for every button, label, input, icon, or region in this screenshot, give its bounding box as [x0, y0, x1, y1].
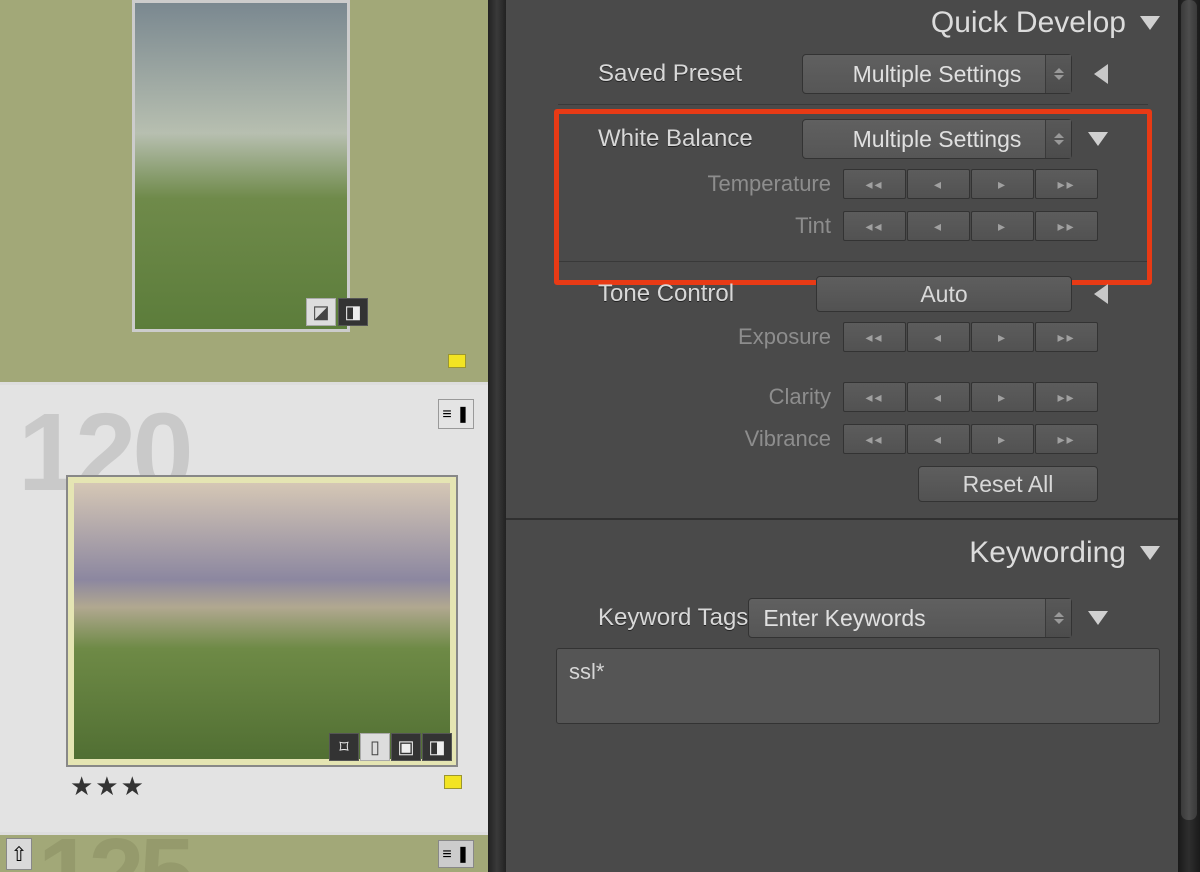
dropdown-value: Multiple Settings: [853, 126, 1022, 153]
step-increase[interactable]: ▸: [971, 424, 1034, 454]
quick-develop-header[interactable]: Quick Develop: [506, 0, 1200, 54]
stack-menu-icon[interactable]: ≡ ❚: [438, 840, 474, 868]
filmstrip-cell-next: ⇧ 125 ≡ ❚: [0, 832, 488, 872]
exposure-stepper: ◂◂ ◂ ▸ ▸▸: [843, 322, 1098, 352]
step-big-decrease[interactable]: ◂◂: [843, 211, 906, 241]
panel-title-label: Quick Develop: [931, 6, 1126, 40]
chevron-down-icon: [1140, 546, 1160, 560]
chevron-left-icon[interactable]: [1088, 284, 1108, 304]
step-increase[interactable]: ▸: [971, 322, 1034, 352]
right-panels: Quick Develop Saved Preset Multiple Sett…: [506, 0, 1200, 872]
clarity-stepper: ◂◂ ◂ ▸ ▸▸: [843, 382, 1098, 412]
step-decrease[interactable]: ◂: [907, 211, 970, 241]
chevron-down-icon[interactable]: [1088, 611, 1108, 625]
step-decrease[interactable]: ◂: [907, 169, 970, 199]
crop-icon[interactable]: ▣: [391, 733, 421, 761]
star-rating[interactable]: ★★★: [70, 771, 146, 802]
dropdown-value: Enter Keywords: [763, 605, 925, 632]
tint-stepper: ◂◂ ◂ ▸ ▸▸: [843, 211, 1098, 241]
step-big-increase[interactable]: ▸▸: [1035, 322, 1098, 352]
panel-title-label: Keywording: [969, 536, 1126, 570]
chevron-down-icon[interactable]: [1088, 132, 1108, 146]
scrollbar-thumb[interactable]: [1181, 0, 1197, 820]
step-big-decrease[interactable]: ◂◂: [843, 322, 906, 352]
step-big-decrease[interactable]: ◂◂: [843, 169, 906, 199]
step-big-decrease[interactable]: ◂◂: [843, 382, 906, 412]
step-increase[interactable]: ▸: [971, 211, 1034, 241]
vibrance-stepper: ◂◂ ◂ ▸ ▸▸: [843, 424, 1098, 454]
temperature-stepper: ◂◂ ◂ ▸ ▸▸: [843, 169, 1098, 199]
step-decrease[interactable]: ◂: [907, 424, 970, 454]
step-big-increase[interactable]: ▸▸: [1035, 169, 1098, 199]
flag-icon[interactable]: ▯: [360, 733, 390, 761]
saved-preset-dropdown[interactable]: Multiple Settings: [802, 54, 1072, 94]
step-big-increase[interactable]: ▸▸: [1035, 424, 1098, 454]
step-increase[interactable]: ▸: [971, 382, 1034, 412]
filmstrip-cell[interactable]: ◪ ◨: [0, 0, 488, 382]
stepper-handle-icon: [1045, 120, 1071, 158]
stepper-handle-icon: [1045, 55, 1071, 93]
step-decrease[interactable]: ◂: [907, 382, 970, 412]
filmstrip-cell[interactable]: 120 ≡ ❚ ⌑ ▯ ▣ ◨ ★★★: [0, 385, 488, 847]
color-label-yellow[interactable]: [448, 354, 466, 368]
arrow-up-icon[interactable]: ⇧: [6, 838, 32, 870]
tone-control-label: Tone Control: [598, 280, 734, 308]
step-big-increase[interactable]: ▸▸: [1035, 211, 1098, 241]
reset-all-button[interactable]: Reset All: [918, 466, 1098, 502]
chevron-down-icon: [1140, 16, 1160, 30]
exposure-label: Exposure: [738, 324, 831, 350]
stepper-handle-icon: [1045, 599, 1071, 637]
white-balance-label: White Balance: [598, 125, 753, 153]
step-decrease[interactable]: ◂: [907, 322, 970, 352]
badge-icon[interactable]: ◨: [338, 298, 368, 326]
thumbnail-image[interactable]: [68, 477, 456, 765]
temperature-label: Temperature: [707, 171, 831, 197]
keyword-tags-label: Keyword Tags: [598, 604, 748, 632]
panel-divider[interactable]: [488, 0, 506, 872]
adjust-icon[interactable]: ◨: [422, 733, 452, 761]
auto-tone-button[interactable]: Auto: [816, 276, 1072, 312]
step-big-increase[interactable]: ▸▸: [1035, 382, 1098, 412]
keywords-input[interactable]: ssl*: [556, 648, 1160, 724]
stack-menu-icon[interactable]: ≡ ❚: [438, 399, 474, 429]
step-increase[interactable]: ▸: [971, 169, 1034, 199]
dropdown-value: Multiple Settings: [853, 61, 1022, 88]
flag-reject-icon[interactable]: ◪: [306, 298, 336, 326]
thumbnail-image[interactable]: [132, 0, 350, 332]
clarity-label: Clarity: [769, 384, 831, 410]
color-label-yellow[interactable]: [444, 775, 462, 789]
scrollbar[interactable]: [1178, 0, 1200, 872]
keywording-header[interactable]: Keywording: [506, 518, 1200, 584]
chevron-left-icon[interactable]: [1088, 64, 1108, 84]
filmstrip: ◪ ◨ 120 ≡ ❚ ⌑ ▯ ▣ ◨ ★★★ ⇧ 125 ≡ ❚: [0, 0, 488, 872]
saved-preset-label: Saved Preset: [598, 60, 742, 88]
cell-index-next: 125: [38, 817, 190, 872]
tint-label: Tint: [795, 213, 831, 239]
vibrance-label: Vibrance: [745, 426, 831, 452]
tag-icon[interactable]: ⌑: [329, 733, 359, 761]
white-balance-dropdown[interactable]: Multiple Settings: [802, 119, 1072, 159]
step-big-decrease[interactable]: ◂◂: [843, 424, 906, 454]
keyword-tags-dropdown[interactable]: Enter Keywords: [748, 598, 1072, 638]
